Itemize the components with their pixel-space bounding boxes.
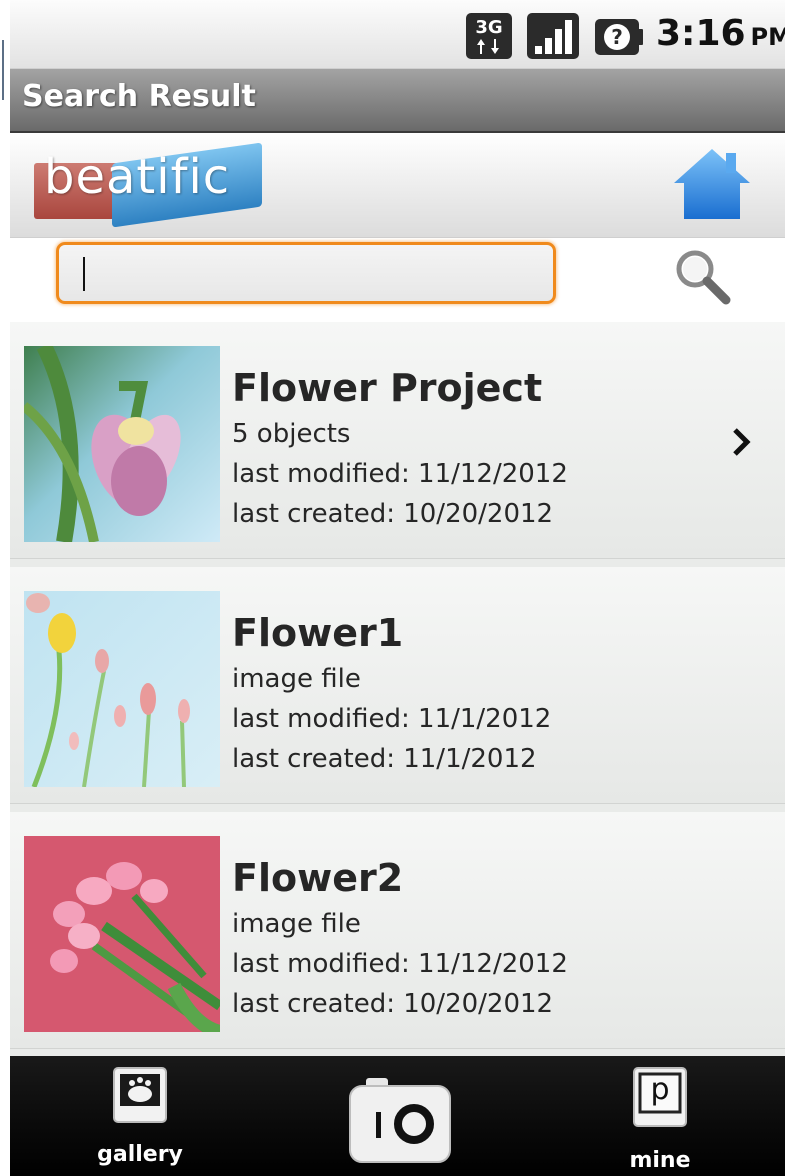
status-time-value: 3:16 [656, 13, 746, 54]
list-item-modified: last modified: 11/1/2012 [232, 704, 552, 734]
list-item[interactable]: Flower1 image file last modified: 11/1/2… [10, 567, 785, 804]
list-item[interactable]: Flower Project 5 objects last modified: … [10, 322, 785, 559]
list-item-text: Flower1 image file last modified: 11/1/2… [232, 607, 551, 779]
app-screen: 3G ? 3:16 PM Search Result beatific Flow… [10, 0, 785, 1176]
list-item-created: last created: 10/20/2012 [232, 989, 554, 1019]
list-item-type: image file [232, 909, 361, 939]
list-item-text: Flower2 image file last modified: 11/12/… [232, 852, 568, 1024]
logo-text: beatific [44, 149, 231, 205]
bottom-navigation: gallery p mine [10, 1056, 785, 1176]
nav-mine-label: mine [629, 1148, 691, 1173]
camera-icon [349, 1078, 451, 1163]
page-title: Search Result [22, 79, 256, 114]
list-item-modified: last modified: 11/12/2012 [232, 459, 568, 489]
nav-camera-button[interactable] [340, 1074, 460, 1172]
list-item-title: Flower Project [232, 366, 543, 410]
nav-gallery-label: gallery [97, 1142, 183, 1167]
flower-project-thumbnail [24, 346, 220, 542]
list-item[interactable]: Flower2 image file last modified: 11/12/… [10, 812, 785, 1049]
title-bar: Search Result [10, 69, 785, 133]
flower1-thumbnail [24, 591, 220, 787]
chevron-right-icon [733, 428, 751, 456]
3g-icon: 3G [466, 13, 512, 59]
nav-gallery-button[interactable]: gallery [80, 1064, 200, 1174]
beatific-logo: beatific [30, 142, 270, 228]
status-bar: 3G ? 3:16 PM [10, 0, 785, 69]
status-time-ampm: PM [750, 23, 785, 51]
search-icon[interactable] [670, 244, 734, 308]
home-icon[interactable] [670, 143, 754, 227]
gallery-icon [113, 1067, 167, 1123]
search-bar [10, 238, 785, 322]
status-time: 3:16 PM [656, 13, 785, 54]
unknown-status-icon: ? [595, 19, 643, 55]
text-caret [83, 257, 85, 291]
list-item-title: Flower1 [232, 611, 404, 655]
svg-text:3G: 3G [475, 17, 502, 38]
list-item-created: last created: 11/1/2012 [232, 744, 537, 774]
svg-text:?: ? [611, 25, 623, 49]
mine-icon-glyph: p [650, 1072, 670, 1107]
search-input[interactable] [56, 242, 556, 304]
nav-mine-button[interactable]: p mine [600, 1064, 720, 1174]
list-item-text: Flower Project 5 objects last modified: … [232, 362, 568, 534]
signal-strength-icon [527, 13, 579, 59]
flower2-thumbnail [24, 836, 220, 1032]
list-item-type: 5 objects [232, 419, 351, 449]
app-header: beatific [10, 133, 785, 238]
list-item-created: last created: 10/20/2012 [232, 499, 554, 529]
left-edge [0, 0, 10, 1176]
list-item-type: image file [232, 664, 361, 694]
list-item-modified: last modified: 11/12/2012 [232, 949, 568, 979]
list-item-title: Flower2 [232, 856, 404, 900]
